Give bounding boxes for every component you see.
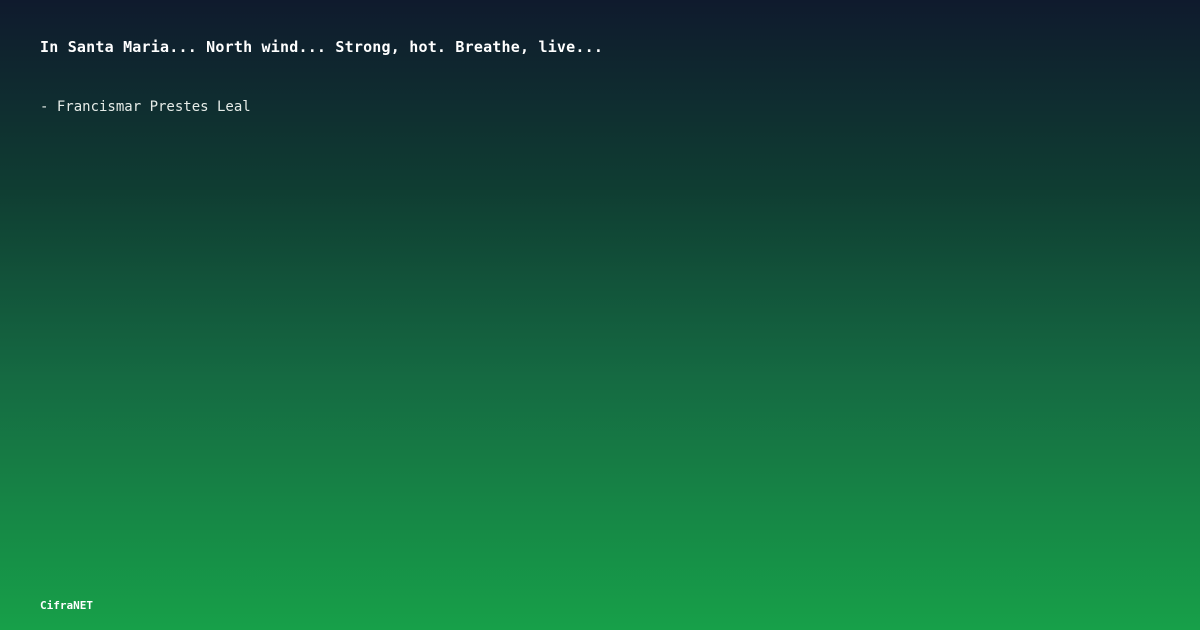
brand-logo-text: CifraNET bbox=[40, 599, 93, 612]
quote-author: - Francismar Prestes Leal bbox=[40, 99, 251, 115]
quote-card: In Santa Maria... North wind... Strong, … bbox=[0, 0, 1200, 630]
quote-text: In Santa Maria... North wind... Strong, … bbox=[40, 38, 604, 56]
